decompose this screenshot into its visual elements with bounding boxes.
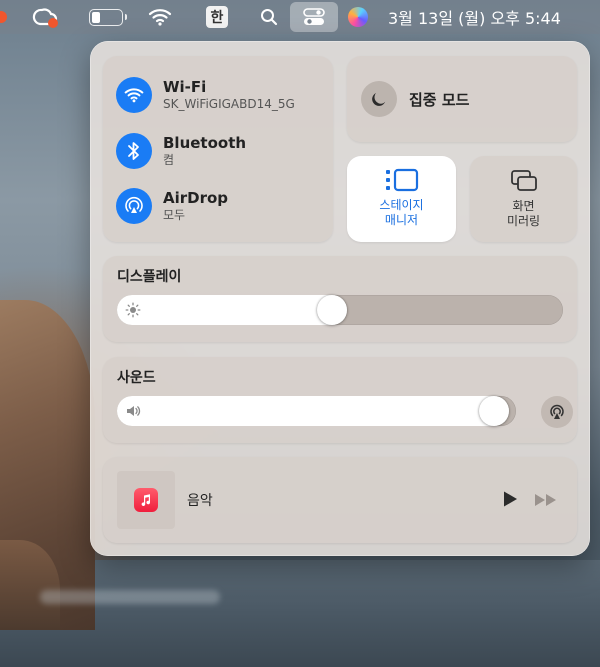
siri-button[interactable] <box>344 0 372 34</box>
screen-mirroring-icon <box>510 170 537 191</box>
display-module: 디스플레이 <box>103 256 577 342</box>
airplay-audio-icon <box>550 404 564 419</box>
menu-bar: 한 3월 13일 (월) 오후 5:44 <box>0 0 600 34</box>
menu-clock[interactable]: 3월 13일 (월) 오후 5:44 <box>388 0 588 34</box>
search-icon <box>261 9 278 26</box>
wifi-icon <box>148 9 172 26</box>
screen-mirroring-label-line2: 미러링 <box>506 214 541 228</box>
menu-extra-left[interactable] <box>0 0 10 34</box>
wifi-toggle-circle[interactable] <box>116 77 152 113</box>
control-center-panel: Wi-Fi SK_WiFiGIGABD14_5G Bluetooth 켬 Air… <box>90 41 590 556</box>
battery-icon <box>89 8 127 26</box>
bluetooth-toggle-circle[interactable] <box>116 133 152 169</box>
speaker-icon <box>127 406 141 416</box>
control-center-icon <box>303 8 325 25</box>
sun-icon <box>125 302 141 318</box>
screen-mirroring-button[interactable]: 화면 미러링 <box>470 156 577 242</box>
sound-title: 사운드 <box>117 370 156 386</box>
screen-mirroring-label: 화면 미러링 <box>507 199 540 229</box>
airdrop-title: AirDrop <box>163 189 229 207</box>
spotlight-button[interactable] <box>256 0 282 34</box>
stage-manager-label-line1: 스테이지 <box>379 198 424 212</box>
brightness-fill <box>117 295 347 325</box>
stage-manager-button[interactable]: 스테이지 매니저 <box>347 156 456 242</box>
bluetooth-toggle[interactable]: Bluetooth 켬 <box>116 133 246 169</box>
wallpaper-foam <box>40 590 220 604</box>
music-app-icon <box>134 488 158 512</box>
input-source-label: 한 <box>205 6 229 28</box>
fast-forward-icon[interactable] <box>534 492 558 508</box>
control-center-active-bg <box>290 2 338 32</box>
focus-mode-button[interactable]: 집중 모드 <box>347 56 577 142</box>
airdrop-status: 모두 <box>163 208 186 222</box>
wifi-menu[interactable] <box>146 0 174 34</box>
display-title: 디스플레이 <box>117 269 182 285</box>
volume-knob[interactable] <box>479 396 509 426</box>
wifi-network-name: SK_WiFiGIGABD14_5G <box>163 97 295 111</box>
now-playing-title: 음악 <box>187 493 213 509</box>
creative-cloud-icon <box>32 8 58 28</box>
stage-manager-icon <box>385 168 418 192</box>
battery-menu[interactable] <box>86 0 127 34</box>
focus-mode-label: 집중 모드 <box>409 90 470 109</box>
battery-level-fill <box>92 11 100 23</box>
bluetooth-icon <box>128 142 139 160</box>
focus-mode-circle <box>361 81 397 117</box>
airdrop-icon <box>125 196 143 213</box>
brightness-knob[interactable] <box>317 295 347 325</box>
input-source-menu[interactable]: 한 <box>202 0 232 34</box>
siri-icon <box>348 7 368 27</box>
brightness-slider[interactable] <box>117 295 563 325</box>
moon-icon <box>372 93 386 106</box>
music-note-icon <box>141 494 150 506</box>
airplay-audio-button[interactable] <box>541 396 573 428</box>
stage-manager-label: 스테이지 매니저 <box>379 198 423 228</box>
album-art[interactable] <box>117 471 175 529</box>
now-playing-module[interactable]: 음악 <box>103 457 577 543</box>
play-icon[interactable] <box>501 490 519 508</box>
notification-dot-icon <box>0 11 7 23</box>
airdrop-toggle[interactable]: AirDrop 모두 <box>116 188 228 224</box>
wifi-title: Wi-Fi <box>163 78 207 96</box>
volume-fill <box>117 396 509 426</box>
sound-module: 사운드 <box>103 357 577 443</box>
volume-slider[interactable] <box>117 396 516 426</box>
wifi-toggle[interactable]: Wi-Fi SK_WiFiGIGABD14_5G <box>116 77 295 113</box>
bluetooth-title: Bluetooth <box>163 134 247 152</box>
network-module: Wi-Fi SK_WiFiGIGABD14_5G Bluetooth 켬 Air… <box>103 56 333 242</box>
control-center-button[interactable] <box>290 0 338 34</box>
airdrop-toggle-circle[interactable] <box>116 188 152 224</box>
bluetooth-status: 켬 <box>163 153 175 167</box>
wifi-icon <box>124 88 144 103</box>
stage-manager-label-line2: 매니저 <box>384 213 419 227</box>
creative-cloud-menu[interactable] <box>30 0 62 34</box>
screen-mirroring-label-line1: 화면 <box>512 199 535 213</box>
